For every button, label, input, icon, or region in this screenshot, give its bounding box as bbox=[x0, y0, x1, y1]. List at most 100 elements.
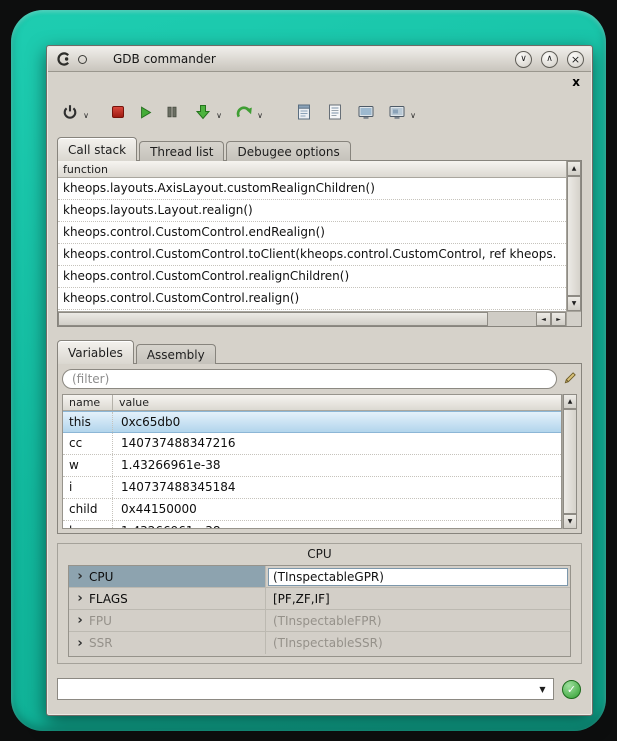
cpu-row[interactable]: › CPU bbox=[69, 566, 570, 588]
scroll-right-button[interactable]: ► bbox=[551, 312, 566, 326]
scroll-thumb[interactable] bbox=[563, 409, 577, 514]
register-group-name: SSR bbox=[89, 636, 113, 650]
call-stack-panel: function kheops.layouts.AxisLayout.custo… bbox=[57, 160, 582, 327]
pause-button[interactable] bbox=[161, 100, 183, 124]
close-button[interactable]: × bbox=[567, 51, 584, 68]
variable-row[interactable]: w 1.43266961e-38 bbox=[63, 455, 561, 477]
scroll-left-button[interactable]: ◄ bbox=[536, 312, 551, 326]
filter-pen-button[interactable] bbox=[562, 369, 578, 385]
callstack-row[interactable]: kheops.control.CustomControl.realign() bbox=[58, 288, 566, 310]
power-button[interactable] bbox=[59, 100, 81, 124]
register-group-name: FPU bbox=[89, 614, 112, 628]
callstack-column-header[interactable]: function bbox=[58, 161, 566, 178]
command-input[interactable] bbox=[58, 679, 533, 699]
cpu-groupbox: CPU › CPU › FLAGS bbox=[57, 543, 582, 664]
register-group-value: [PF,ZF,IF] bbox=[268, 592, 330, 606]
teal-frame: GDB commander ∨ ∧ × x ∨ bbox=[11, 10, 606, 731]
play-icon bbox=[138, 105, 153, 120]
messages-button[interactable] bbox=[293, 100, 315, 124]
register-value-editor[interactable] bbox=[268, 568, 568, 586]
cpu-row[interactable]: › FPU (TInspectableFPR) bbox=[69, 610, 570, 632]
maximize-button[interactable]: ∧ bbox=[541, 51, 558, 68]
send-command-button[interactable]: ✓ bbox=[562, 680, 581, 699]
variable-value: 140737488345184 bbox=[113, 477, 561, 498]
eval-dropdown[interactable]: ∨ bbox=[408, 111, 418, 120]
variables-vertical-scrollbar[interactable]: ▲ ▼ bbox=[562, 394, 577, 529]
scroll-down-button[interactable]: ▼ bbox=[567, 296, 581, 311]
variable-name: this bbox=[63, 412, 113, 432]
variable-name: child bbox=[63, 499, 113, 520]
command-bar: ▼ ✓ bbox=[57, 678, 582, 702]
callstack-row[interactable]: kheops.layouts.AxisLayout.customRealignC… bbox=[58, 178, 566, 200]
pause-icon bbox=[165, 105, 179, 119]
variable-name: cc bbox=[63, 433, 113, 454]
combo-dropdown-icon[interactable]: ▼ bbox=[535, 679, 550, 699]
dock-close-button[interactable]: x bbox=[572, 76, 580, 88]
cpu-row[interactable]: › FLAGS [PF,ZF,IF] bbox=[69, 588, 570, 610]
variables-header: name value bbox=[63, 395, 561, 411]
variable-row[interactable]: child 0x44150000 bbox=[63, 499, 561, 521]
tab-call-stack[interactable]: Call stack bbox=[57, 137, 137, 161]
top-tabbar: Call stack Thread list Debugee options bbox=[57, 137, 353, 161]
callstack-row[interactable]: kheops.control.CustomControl.endRealign(… bbox=[58, 222, 566, 244]
cpu-row[interactable]: › SSR (TInspectableSSR) bbox=[69, 632, 570, 654]
column-header-value[interactable]: value bbox=[113, 395, 561, 410]
variable-row[interactable]: this 0xc65db0 bbox=[63, 411, 561, 433]
scroll-down-button[interactable]: ▼ bbox=[563, 514, 577, 529]
register-group-value: (TInspectableSSR) bbox=[268, 636, 383, 650]
variable-value: 0xc65db0 bbox=[113, 412, 561, 432]
scroll-up-button[interactable]: ▲ bbox=[567, 161, 581, 176]
monitor-icon bbox=[358, 105, 375, 120]
list-document-icon bbox=[328, 104, 342, 120]
callstack-row[interactable]: kheops.layouts.Layout.realign() bbox=[58, 200, 566, 222]
variable-row[interactable]: cc 140737488347216 bbox=[63, 433, 561, 455]
expander-icon[interactable]: › bbox=[73, 637, 87, 650]
scroll-thumb[interactable] bbox=[58, 312, 488, 326]
variables-panel: name value this 0xc65db0 cc 140737488347… bbox=[57, 363, 582, 534]
tab-thread-list[interactable]: Thread list bbox=[139, 141, 224, 161]
expander-icon[interactable]: › bbox=[73, 592, 87, 605]
scroll-up-button[interactable]: ▲ bbox=[563, 394, 577, 409]
variables-table: name value this 0xc65db0 cc 140737488347… bbox=[62, 394, 562, 529]
step-over-button[interactable] bbox=[233, 100, 255, 124]
tab-debugee-options[interactable]: Debugee options bbox=[226, 141, 350, 161]
app-icon[interactable] bbox=[55, 50, 73, 68]
command-combobox[interactable]: ▼ bbox=[57, 678, 554, 700]
power-icon bbox=[62, 104, 78, 120]
monitor-eval-icon bbox=[389, 105, 406, 120]
callstack-horizontal-scrollbar[interactable]: ◄ ► bbox=[58, 311, 566, 326]
scroll-thumb[interactable] bbox=[567, 176, 581, 296]
scrollbar-corner bbox=[566, 311, 581, 326]
variable-row[interactable]: i 140737488345184 bbox=[63, 477, 561, 499]
filter-input[interactable] bbox=[62, 369, 557, 389]
tab-variables[interactable]: Variables bbox=[57, 340, 134, 364]
callstack-vertical-scrollbar[interactable]: ▲ ▼ bbox=[566, 161, 581, 311]
variable-row[interactable]: b 1.43266961e-38 bbox=[63, 521, 561, 529]
run-button[interactable] bbox=[134, 100, 156, 124]
callstack-row[interactable]: kheops.control.CustomControl.toClient(kh… bbox=[58, 244, 566, 266]
eval-button[interactable] bbox=[386, 100, 408, 124]
variable-name: i bbox=[63, 477, 113, 498]
register-group-value: (TInspectableFPR) bbox=[268, 614, 382, 628]
shade-button[interactable]: ∨ bbox=[515, 51, 532, 68]
expander-icon[interactable]: › bbox=[73, 570, 87, 583]
cpu-group-title: CPU bbox=[58, 547, 581, 561]
stop-button[interactable] bbox=[107, 100, 129, 124]
pin-icon[interactable] bbox=[78, 55, 87, 64]
step-into-dropdown[interactable]: ∨ bbox=[214, 111, 224, 120]
power-dropdown[interactable]: ∨ bbox=[81, 111, 91, 120]
callstack-row[interactable]: kheops.control.CustomControl.realignChil… bbox=[58, 266, 566, 288]
titlebar[interactable]: GDB commander ∨ ∧ × bbox=[48, 47, 591, 72]
step-over-dropdown[interactable]: ∨ bbox=[255, 111, 265, 120]
step-into-button[interactable] bbox=[192, 100, 214, 124]
memory-button[interactable] bbox=[355, 100, 377, 124]
log-button[interactable] bbox=[324, 100, 346, 124]
variable-value: 1.43266961e-38 bbox=[113, 455, 561, 476]
expander-icon[interactable]: › bbox=[73, 614, 87, 627]
variable-name: w bbox=[63, 455, 113, 476]
step-over-icon bbox=[236, 105, 253, 120]
tab-assembly[interactable]: Assembly bbox=[136, 344, 216, 364]
gdb-commander-window: GDB commander ∨ ∧ × x ∨ bbox=[46, 45, 593, 716]
column-header-name[interactable]: name bbox=[63, 395, 113, 410]
window-title: GDB commander bbox=[113, 52, 216, 66]
